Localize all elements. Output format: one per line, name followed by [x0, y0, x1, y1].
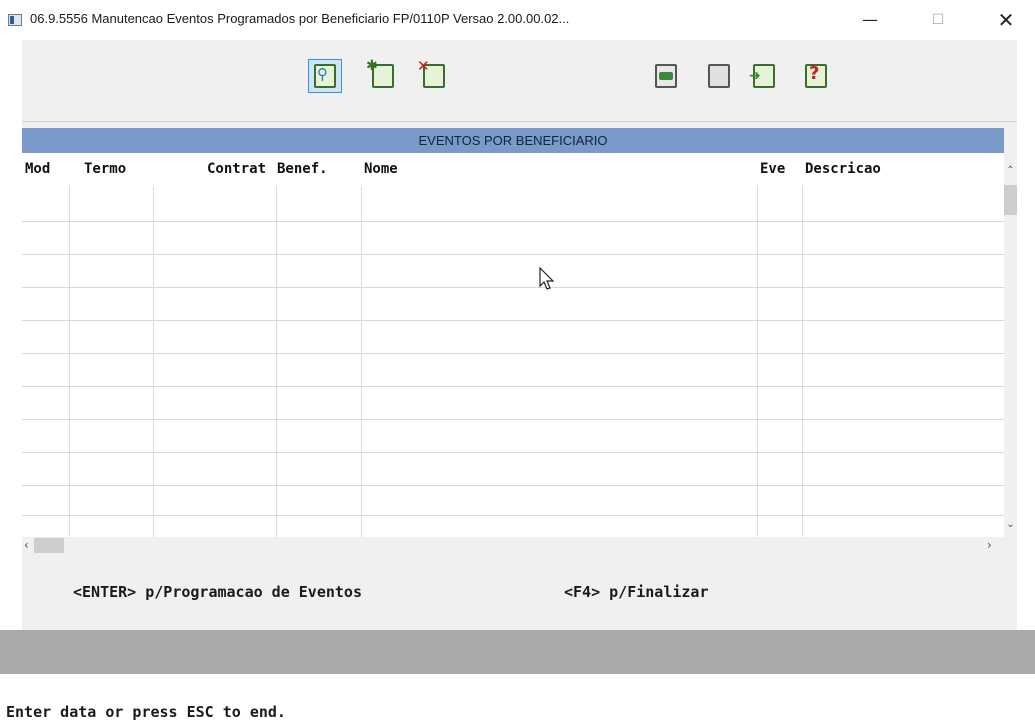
exit-icon: ➜: [749, 64, 775, 88]
column-header-nome[interactable]: Nome: [364, 161, 398, 177]
title-bar: 06.9.5556 Manutencao Eventos Programados…: [0, 0, 1035, 40]
window-title: 06.9.5556 Manutencao Eventos Programados…: [30, 11, 570, 26]
search-icon: ⚲: [314, 64, 336, 88]
add-record-icon: ✱: [366, 58, 394, 88]
add-record-button[interactable]: ✱: [366, 58, 400, 93]
mouse-cursor-icon: [539, 267, 555, 290]
scroll-thumb[interactable]: [1004, 185, 1017, 215]
copy-button[interactable]: [702, 59, 736, 93]
close-button[interactable]: ✕: [986, 8, 1026, 32]
table-row[interactable]: [22, 485, 1004, 486]
minimize-button[interactable]: —: [850, 8, 890, 32]
status-band: [0, 630, 1035, 674]
table-row[interactable]: [22, 287, 1004, 288]
app-icon: [8, 14, 22, 26]
scroll-right-icon[interactable]: ›: [987, 537, 992, 554]
status-message: Enter data or press ESC to end.: [6, 703, 286, 721]
column-header-termo[interactable]: Termo: [84, 161, 126, 177]
table-row[interactable]: [22, 353, 1004, 354]
grid-title: EVENTOS POR BENEFICIARIO: [22, 128, 1004, 153]
exit-button[interactable]: ➜: [747, 59, 781, 93]
delete-record-button[interactable]: ✕: [417, 57, 451, 93]
help-button[interactable]: ?: [799, 59, 833, 93]
column-header-descricao[interactable]: Descricao: [805, 161, 881, 177]
scroll-down-icon[interactable]: ⌄: [1004, 519, 1017, 530]
vertical-scrollbar[interactable]: ⌃ ⌄: [1004, 153, 1017, 537]
f4-hint: <F4> p/Finalizar: [564, 583, 709, 601]
print-icon: [655, 64, 677, 88]
scroll-thumb[interactable]: [34, 538, 64, 553]
column-header-benef[interactable]: Benef.: [277, 161, 328, 177]
copy-icon: [708, 64, 730, 88]
table-row[interactable]: [22, 515, 1004, 516]
table-row[interactable]: [22, 221, 1004, 222]
table-row[interactable]: [22, 419, 1004, 420]
column-header-contrat[interactable]: Contrat: [207, 161, 266, 177]
events-grid[interactable]: Mod Termo Contrat Benef. Nome Eve Descri…: [22, 153, 1004, 537]
table-row[interactable]: [22, 386, 1004, 387]
main-frame: ⚲ ✱ ✕ ➜ ? EVENTOS POR BENEFICIARIO Mod T…: [22, 40, 1017, 660]
table-row[interactable]: [22, 254, 1004, 255]
search-button[interactable]: ⚲: [308, 59, 342, 93]
scroll-left-icon[interactable]: ‹: [24, 537, 29, 554]
maximize-button[interactable]: ☐: [918, 8, 958, 32]
scroll-up-icon[interactable]: ⌃: [1004, 165, 1017, 176]
status-line: Enter data or press ESC to end.: [0, 674, 1035, 722]
horizontal-scrollbar[interactable]: ‹ ›: [22, 537, 1004, 554]
delete-record-icon: ✕: [417, 57, 445, 88]
toolbar: ⚲ ✱ ✕ ➜ ?: [22, 40, 1017, 122]
enter-hint: <ENTER> p/Programacao de Eventos: [73, 583, 362, 601]
help-icon: ?: [805, 63, 827, 88]
column-header-mod[interactable]: Mod: [25, 161, 50, 177]
table-row[interactable]: [22, 452, 1004, 453]
column-header-eve[interactable]: Eve: [760, 161, 785, 177]
print-button[interactable]: [649, 59, 683, 93]
table-row[interactable]: [22, 320, 1004, 321]
